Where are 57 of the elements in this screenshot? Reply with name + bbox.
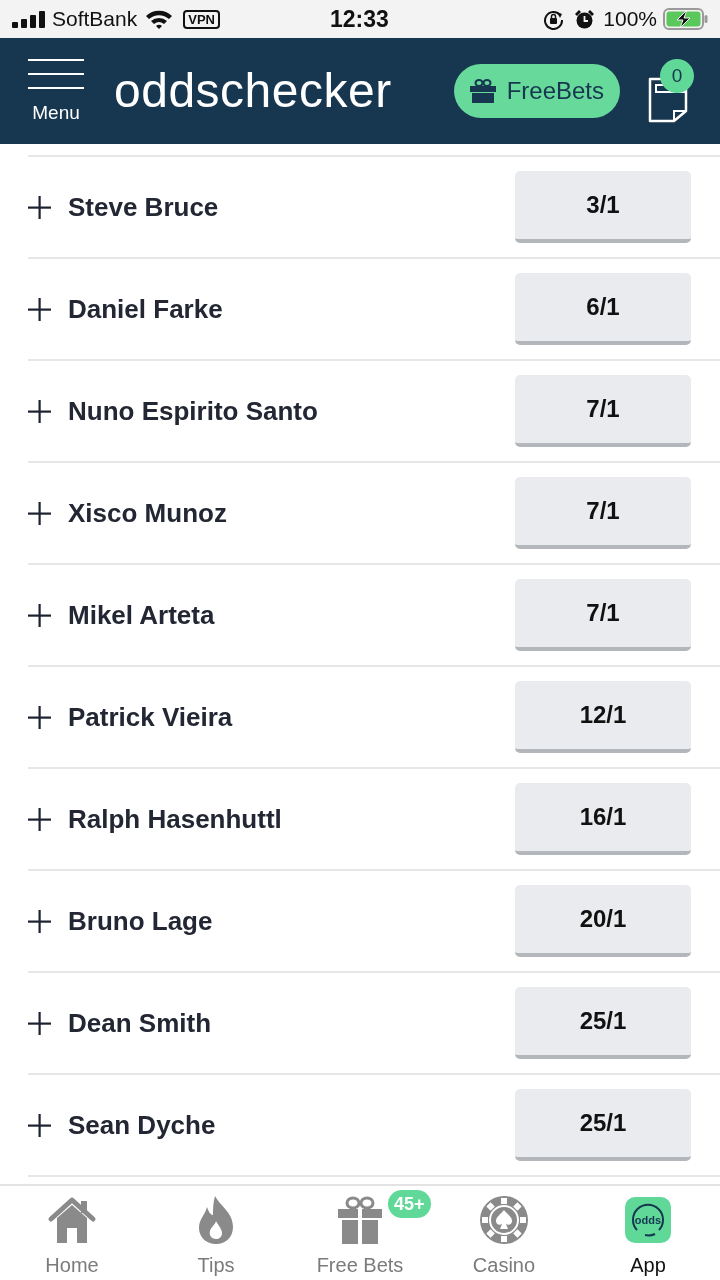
rotation-lock-icon [543,8,565,30]
bet-count-badge: 0 [660,59,694,93]
gift-icon [469,79,496,103]
odds-button[interactable]: 3/1 [515,171,691,243]
wifi-icon [145,9,174,29]
selection-name: Daniel Farke [68,292,223,326]
plus-icon[interactable] [28,195,51,219]
home-icon [47,1196,97,1244]
selection-name: Patrick Vieira [68,700,233,734]
nav-tab[interactable]: Home [0,1186,144,1280]
selection-name: Bruno Lage [68,904,213,938]
plus-icon[interactable] [28,603,51,627]
clock-time: 12:33 [330,4,389,34]
plus-icon[interactable] [28,297,51,321]
odds-button[interactable]: 7/1 [515,477,691,549]
selection-name: Xisco Munoz [68,496,227,530]
selection-name: Sean Dyche [68,1108,216,1142]
odds-button[interactable]: 16/1 [515,783,691,855]
selection-name: Dean Smith [68,1006,212,1040]
plus-icon[interactable] [28,1113,51,1137]
nav-tab[interactable]: Casino [432,1186,576,1280]
count-badge: 45+ [388,1190,431,1218]
menu-button[interactable]: Menu [28,59,84,123]
odds-button[interactable]: 25/1 [515,1089,691,1161]
odds-button[interactable]: 7/1 [515,375,691,447]
plus-icon[interactable] [28,399,51,423]
bet-slip-button[interactable]: 0 [648,59,694,123]
casino-chip-icon [480,1196,528,1244]
vpn-badge: VPN [183,9,220,29]
app-logo: odds [625,1197,671,1243]
odds-button[interactable]: 25/1 [515,987,691,1059]
alarm-icon [574,8,596,30]
selection-name: Ralph Hasenhuttl [68,802,282,836]
nav-tab[interactable]: Tips [144,1186,288,1280]
plus-icon[interactable] [28,807,51,831]
plus-icon[interactable] [28,1011,51,1035]
odds-button[interactable]: 7/1 [515,579,691,651]
oddschecker-logo[interactable]: oddschecker [114,64,392,118]
nav-tab[interactable]: odds App [576,1186,720,1280]
menu-icon [28,59,84,89]
plus-icon[interactable] [28,909,51,933]
plus-icon[interactable] [28,501,51,525]
nav-tab[interactable]: Free Bets 45+ [288,1186,432,1280]
battery-percent: 100% [603,6,657,33]
selection-name: Steve Bruce [68,190,219,224]
gift-icon [338,1196,382,1244]
selection-name: Mikel Arteta [68,598,215,632]
carrier-name: SoftBank [52,6,138,33]
odds-button[interactable]: 20/1 [515,885,691,957]
battery-charging-icon [663,8,708,30]
odds-button[interactable]: 12/1 [515,681,691,753]
selection-name: Nuno Espirito Santo [68,394,318,428]
signal-icon [12,10,45,28]
plus-icon[interactable] [28,705,51,729]
flame-icon [198,1196,234,1244]
free-bets-button[interactable]: FreeBets [453,64,620,118]
odds-button[interactable]: 6/1 [515,273,691,345]
